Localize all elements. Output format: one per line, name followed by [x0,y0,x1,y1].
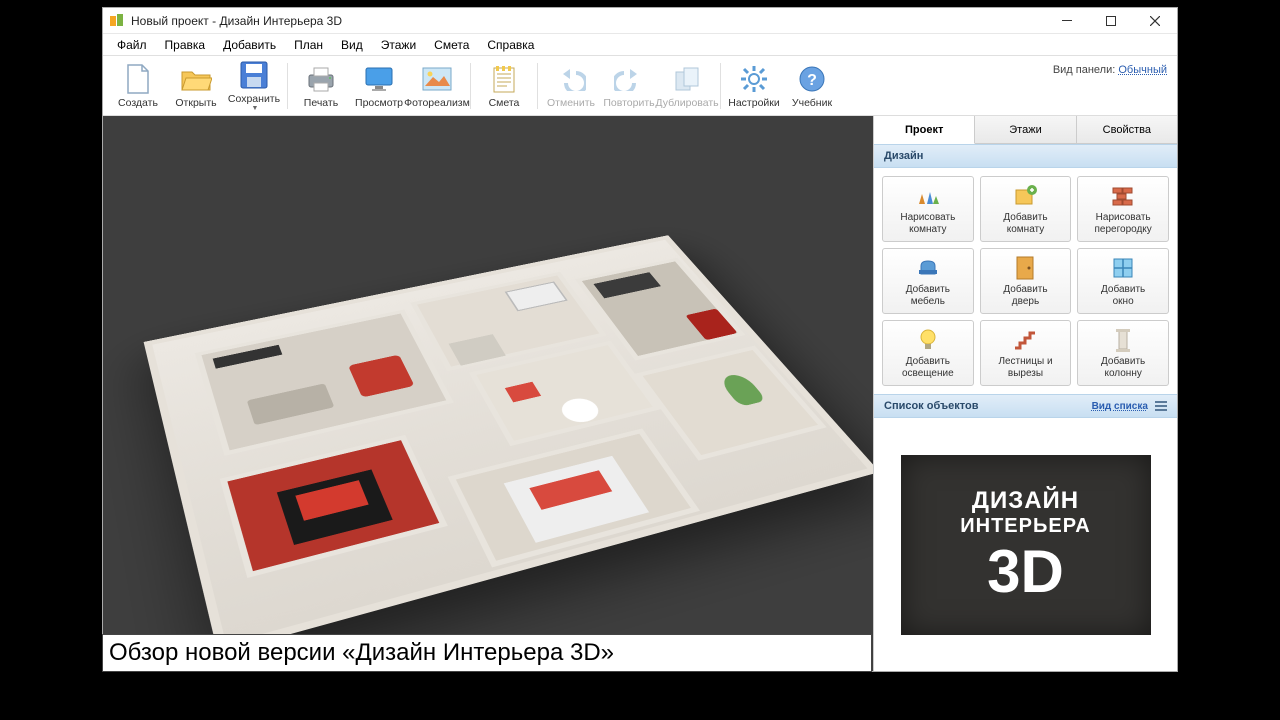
3d-viewport[interactable] [103,116,873,671]
add-window-button[interactable]: Добавить окно [1077,248,1169,314]
svg-text:?: ? [807,72,817,89]
armchair-icon [913,255,943,281]
photorealism-button[interactable]: Фотореализм [408,58,466,114]
chevron-down-icon: ▼ [252,105,259,112]
titlebar: Новый проект - Дизайн Интерьера 3D [103,8,1177,34]
objects-list-area: ДИЗАЙН ИНТЕРЬЕРА 3D [874,418,1177,671]
monitor-icon [363,63,395,95]
brushes-icon [913,183,943,209]
menu-plan[interactable]: План [286,36,331,54]
help-icon: ? [796,63,828,95]
menu-help[interactable]: Справка [479,36,542,54]
undo-icon [555,63,587,95]
draw-wall-button[interactable]: Нарисовать перегородку [1077,176,1169,242]
help-button[interactable]: ? Учебник [783,58,841,114]
redo-button[interactable]: Повторить [600,58,658,114]
video-caption: Обзор новой версии «Дизайн Интерьера 3D» [102,634,872,672]
toolbar: Создать Открыть Сохранить▼ Печать Просмо… [103,56,1177,116]
menu-view[interactable]: Вид [333,36,371,54]
tab-project[interactable]: Проект [874,116,975,144]
add-furniture-button[interactable]: Добавить мебель [882,248,974,314]
notepad-icon [488,63,520,95]
folder-open-icon [180,63,212,95]
menu-floors[interactable]: Этажи [373,36,424,54]
save-button[interactable]: Сохранить▼ [225,58,283,114]
stairs-icon [1010,327,1040,353]
product-logo: ДИЗАЙН ИНТЕРЬЕРА 3D [901,455,1151,635]
door-icon [1010,255,1040,281]
undo-button[interactable]: Отменить [542,58,600,114]
draw-room-button[interactable]: Нарисовать комнату [882,176,974,242]
app-logo-icon [109,13,125,29]
duplicate-icon [671,63,703,95]
maximize-button[interactable] [1089,8,1133,33]
redo-icon [613,63,645,95]
duplicate-button[interactable]: Дублировать [658,58,716,114]
preview-button[interactable]: Просмотр [350,58,408,114]
gear-icon [738,63,770,95]
side-tabs: Проект Этажи Свойства [874,116,1177,144]
stairs-button[interactable]: Лестницы и вырезы [980,320,1072,386]
save-icon [238,59,270,91]
list-view-icon[interactable] [1155,401,1167,411]
menu-add[interactable]: Добавить [215,36,284,54]
panel-mode-link[interactable]: Обычный [1118,64,1167,76]
add-column-button[interactable]: Добавить колонну [1077,320,1169,386]
tab-floors[interactable]: Этажи [975,116,1076,143]
app-window: Новый проект - Дизайн Интерьера 3D Файл … [102,7,1178,672]
column-icon [1108,327,1138,353]
wall-icon [1108,183,1138,209]
estimate-button[interactable]: Смета [475,58,533,114]
minimize-button[interactable] [1045,8,1089,33]
list-view-link[interactable]: Вид списка [1092,401,1148,412]
menu-estimate[interactable]: Смета [426,36,477,54]
menubar: Файл Правка Добавить План Вид Этажи Смет… [103,34,1177,56]
new-file-icon [122,63,154,95]
close-button[interactable] [1133,8,1177,33]
add-room-icon [1010,183,1040,209]
open-button[interactable]: Открыть [167,58,225,114]
design-section-header: Дизайн [874,144,1177,168]
window-title: Новый проект - Дизайн Интерьера 3D [131,14,1045,28]
tab-properties[interactable]: Свойства [1077,116,1177,143]
printer-icon [305,63,337,95]
menu-file[interactable]: Файл [109,36,155,54]
menu-edit[interactable]: Правка [157,36,214,54]
side-panel: Проект Этажи Свойства Дизайн Нарисовать … [873,116,1177,671]
objects-section-header: Список объектов Вид списка [874,394,1177,418]
panel-mode-label: Вид панели: Обычный [1053,64,1167,76]
design-tools-grid: Нарисовать комнату Добавить комнату Нари… [874,168,1177,394]
window-icon [1108,255,1138,281]
lightbulb-icon [913,327,943,353]
create-button[interactable]: Создать [109,58,167,114]
add-door-button[interactable]: Добавить дверь [980,248,1072,314]
landscape-icon [421,63,453,95]
settings-button[interactable]: Настройки [725,58,783,114]
add-room-button[interactable]: Добавить комнату [980,176,1072,242]
add-lighting-button[interactable]: Добавить освещение [882,320,974,386]
print-button[interactable]: Печать [292,58,350,114]
